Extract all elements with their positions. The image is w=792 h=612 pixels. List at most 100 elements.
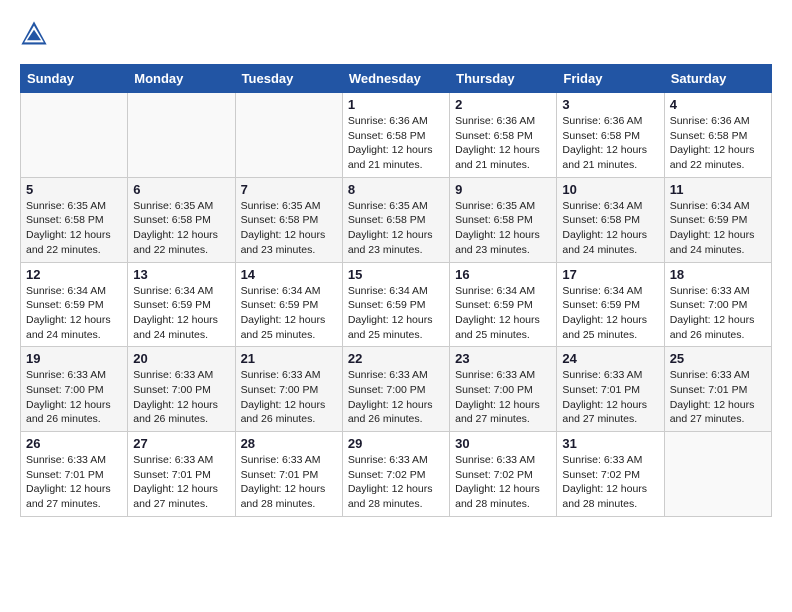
day-number: 11 <box>670 182 766 197</box>
day-info: Sunrise: 6:36 AMSunset: 6:58 PMDaylight:… <box>562 114 658 173</box>
day-number: 16 <box>455 267 551 282</box>
calendar-cell: 15 Sunrise: 6:34 AMSunset: 6:59 PMDayligh… <box>342 262 449 347</box>
day-number: 12 <box>26 267 122 282</box>
day-number: 5 <box>26 182 122 197</box>
day-info: Sunrise: 6:33 AMSunset: 7:01 PMDaylight:… <box>133 453 229 512</box>
day-number: 4 <box>670 97 766 112</box>
calendar-cell: 24 Sunrise: 6:33 AMSunset: 7:01 PMDayligh… <box>557 347 664 432</box>
day-number: 1 <box>348 97 444 112</box>
day-number: 13 <box>133 267 229 282</box>
day-number: 25 <box>670 351 766 366</box>
day-info: Sunrise: 6:33 AMSunset: 7:01 PMDaylight:… <box>670 368 766 427</box>
day-number: 15 <box>348 267 444 282</box>
calendar-cell: 31 Sunrise: 6:33 AMSunset: 7:02 PMDayligh… <box>557 432 664 517</box>
day-number: 7 <box>241 182 337 197</box>
day-info: Sunrise: 6:33 AMSunset: 7:00 PMDaylight:… <box>241 368 337 427</box>
day-info: Sunrise: 6:35 AMSunset: 6:58 PMDaylight:… <box>455 199 551 258</box>
day-number: 22 <box>348 351 444 366</box>
day-info: Sunrise: 6:33 AMSunset: 7:01 PMDaylight:… <box>241 453 337 512</box>
calendar-cell: 14Sunrise: 6:34 AMSunset: 6:59 PMDayligh… <box>235 262 342 347</box>
day-number: 23 <box>455 351 551 366</box>
weekday-header: Thursday <box>450 65 557 93</box>
day-info: Sunrise: 6:33 AMSunset: 7:01 PMDaylight:… <box>26 453 122 512</box>
page: SundayMondayTuesdayWednesdayThursdayFrid… <box>0 0 792 527</box>
calendar-cell: 12 Sunrise: 6:34 AMSunset: 6:59 PMDayligh… <box>21 262 128 347</box>
calendar-cell: 11 Sunrise: 6:34 AMSunset: 6:59 PMDayligh… <box>664 177 771 262</box>
day-number: 6 <box>133 182 229 197</box>
weekday-header: Friday <box>557 65 664 93</box>
calendar-cell: 8Sunrise: 6:35 AMSunset: 6:58 PMDaylight… <box>342 177 449 262</box>
calendar-cell: 10 Sunrise: 6:34 AMSunset: 6:58 PMDayligh… <box>557 177 664 262</box>
day-number: 2 <box>455 97 551 112</box>
day-info: Sunrise: 6:36 AMSunset: 6:58 PMDaylight:… <box>348 114 444 173</box>
day-number: 3 <box>562 97 658 112</box>
day-number: 17 <box>562 267 658 282</box>
day-info: Sunrise: 6:34 AMSunset: 6:59 PMDaylight:… <box>133 284 229 343</box>
calendar-cell: 1 Sunrise: 6:36 AMSunset: 6:58 PMDaylight… <box>342 93 449 178</box>
day-info: Sunrise: 6:33 AMSunset: 7:00 PMDaylight:… <box>133 368 229 427</box>
day-info: Sunrise: 6:35 AMSunset: 6:58 PMDaylight:… <box>133 199 229 258</box>
day-number: 28 <box>241 436 337 451</box>
calendar-cell <box>21 93 128 178</box>
calendar-cell: 17 Sunrise: 6:34 AMSunset: 6:59 PMDayligh… <box>557 262 664 347</box>
calendar-week-row: 19 Sunrise: 6:33 AMSunset: 7:00 PMDayligh… <box>21 347 772 432</box>
calendar-cell: 4 Sunrise: 6:36 AMSunset: 6:58 PMDaylight… <box>664 93 771 178</box>
calendar-cell: 23 Sunrise: 6:33 AMSunset: 7:00 PMDayligh… <box>450 347 557 432</box>
day-info: Sunrise: 6:33 AMSunset: 7:02 PMDaylight:… <box>562 453 658 512</box>
day-info: Sunrise: 6:34 AMSunset: 6:58 PMDaylight:… <box>562 199 658 258</box>
day-number: 9 <box>455 182 551 197</box>
day-info: Sunrise: 6:36 AMSunset: 6:58 PMDaylight:… <box>670 114 766 173</box>
weekday-header: Monday <box>128 65 235 93</box>
day-number: 10 <box>562 182 658 197</box>
day-number: 26 <box>26 436 122 451</box>
day-info: Sunrise: 6:33 AMSunset: 7:01 PMDaylight:… <box>562 368 658 427</box>
calendar-cell: 7Sunrise: 6:35 AMSunset: 6:58 PMDaylight… <box>235 177 342 262</box>
calendar-cell: 16Sunrise: 6:34 AMSunset: 6:59 PMDayligh… <box>450 262 557 347</box>
logo <box>20 20 52 48</box>
day-info: Sunrise: 6:35 AMSunset: 6:58 PMDaylight:… <box>26 199 122 258</box>
calendar-table: SundayMondayTuesdayWednesdayThursdayFrid… <box>20 64 772 517</box>
day-info: Sunrise: 6:33 AMSunset: 7:02 PMDaylight:… <box>348 453 444 512</box>
logo-icon <box>20 20 48 48</box>
day-info: Sunrise: 6:34 AMSunset: 6:59 PMDaylight:… <box>26 284 122 343</box>
calendar-cell: 3 Sunrise: 6:36 AMSunset: 6:58 PMDaylight… <box>557 93 664 178</box>
day-number: 21 <box>241 351 337 366</box>
calendar-cell: 25 Sunrise: 6:33 AMSunset: 7:01 PMDayligh… <box>664 347 771 432</box>
day-number: 24 <box>562 351 658 366</box>
day-info: Sunrise: 6:33 AMSunset: 7:00 PMDaylight:… <box>348 368 444 427</box>
day-info: Sunrise: 6:36 AMSunset: 6:58 PMDaylight:… <box>455 114 551 173</box>
weekday-header: Sunday <box>21 65 128 93</box>
calendar-cell: 22 Sunrise: 6:33 AMSunset: 7:00 PMDayligh… <box>342 347 449 432</box>
day-info: Sunrise: 6:33 AMSunset: 7:00 PMDaylight:… <box>670 284 766 343</box>
calendar-cell: 6 Sunrise: 6:35 AMSunset: 6:58 PMDaylight… <box>128 177 235 262</box>
day-number: 20 <box>133 351 229 366</box>
calendar-cell: 28 Sunrise: 6:33 AMSunset: 7:01 PMDayligh… <box>235 432 342 517</box>
calendar-cell: 29 Sunrise: 6:33 AMSunset: 7:02 PMDayligh… <box>342 432 449 517</box>
calendar-cell: 9 Sunrise: 6:35 AMSunset: 6:58 PMDaylight… <box>450 177 557 262</box>
day-number: 29 <box>348 436 444 451</box>
calendar-cell: 27Sunrise: 6:33 AMSunset: 7:01 PMDayligh… <box>128 432 235 517</box>
calendar-week-row: 5 Sunrise: 6:35 AMSunset: 6:58 PMDaylight… <box>21 177 772 262</box>
day-info: Sunrise: 6:34 AMSunset: 6:59 PMDaylight:… <box>562 284 658 343</box>
calendar-week-row: 26 Sunrise: 6:33 AMSunset: 7:01 PMDayligh… <box>21 432 772 517</box>
day-info: Sunrise: 6:34 AMSunset: 6:59 PMDaylight:… <box>241 284 337 343</box>
calendar-week-row: 12 Sunrise: 6:34 AMSunset: 6:59 PMDayligh… <box>21 262 772 347</box>
calendar-cell: 2 Sunrise: 6:36 AMSunset: 6:58 PMDaylight… <box>450 93 557 178</box>
day-number: 31 <box>562 436 658 451</box>
weekday-header: Saturday <box>664 65 771 93</box>
calendar-cell <box>128 93 235 178</box>
calendar-cell: 5 Sunrise: 6:35 AMSunset: 6:58 PMDaylight… <box>21 177 128 262</box>
day-info: Sunrise: 6:33 AMSunset: 7:02 PMDaylight:… <box>455 453 551 512</box>
day-info: Sunrise: 6:33 AMSunset: 7:00 PMDaylight:… <box>26 368 122 427</box>
calendar-cell: 18 Sunrise: 6:33 AMSunset: 7:00 PMDayligh… <box>664 262 771 347</box>
calendar-cell: 26 Sunrise: 6:33 AMSunset: 7:01 PMDayligh… <box>21 432 128 517</box>
day-number: 19 <box>26 351 122 366</box>
day-info: Sunrise: 6:33 AMSunset: 7:00 PMDaylight:… <box>455 368 551 427</box>
day-number: 18 <box>670 267 766 282</box>
day-info: Sunrise: 6:34 AMSunset: 6:59 PMDaylight:… <box>670 199 766 258</box>
day-number: 30 <box>455 436 551 451</box>
day-number: 8 <box>348 182 444 197</box>
weekday-header-row: SundayMondayTuesdayWednesdayThursdayFrid… <box>21 65 772 93</box>
day-info: Sunrise: 6:34 AMSunset: 6:59 PMDaylight:… <box>348 284 444 343</box>
weekday-header: Tuesday <box>235 65 342 93</box>
